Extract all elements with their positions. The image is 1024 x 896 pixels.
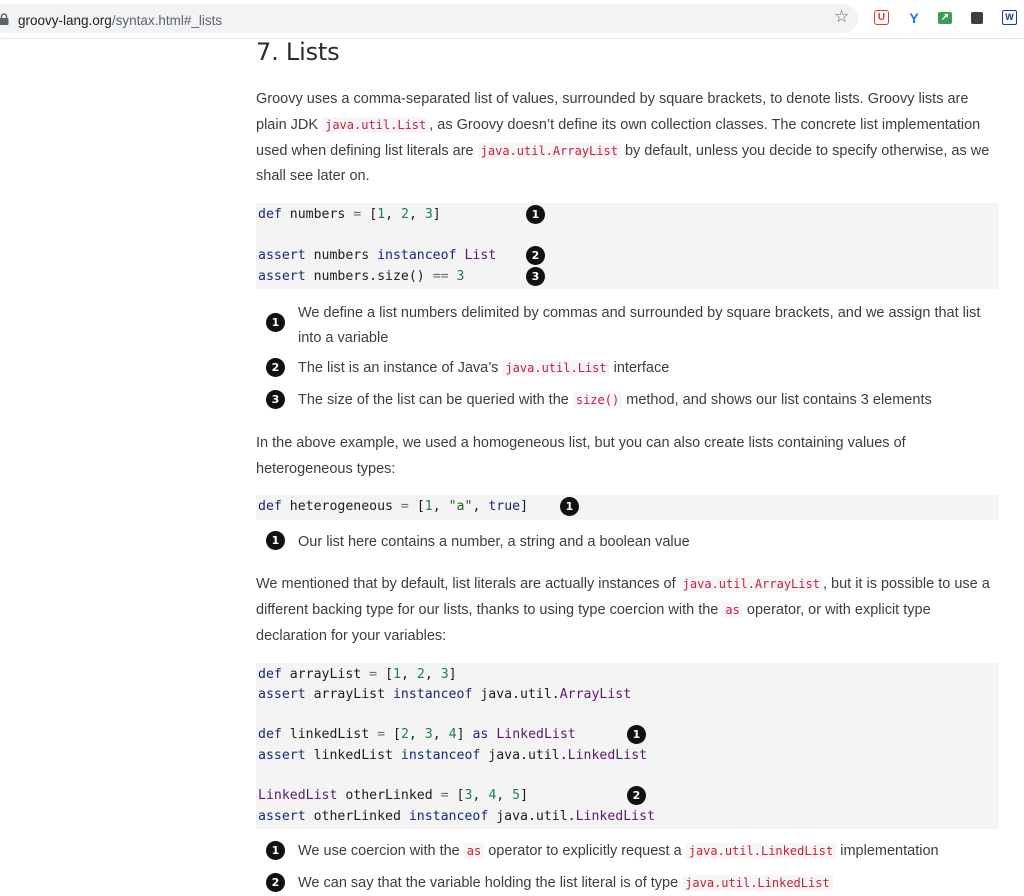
- callout-text-1: We use coercion with the as operator to …: [298, 839, 998, 864]
- callout-marker-3: 3: [266, 390, 285, 409]
- callout-badge-1: 1: [627, 725, 646, 744]
- inline-code: java.util.List: [502, 360, 610, 376]
- text-span: We use coercion with the: [298, 843, 464, 859]
- text-span: The size of the list can be queried with…: [298, 392, 573, 408]
- code-block-numbers: def numbers = [1, 2, 3] assert numbers i…: [256, 203, 999, 289]
- bookmark-star-icon[interactable]: ☆: [834, 7, 849, 27]
- address-bar[interactable]: groovy-lang.org/syntax.html#_lists: [0, 4, 858, 33]
- code-line: assert arrayList instanceof java.util.Ar…: [258, 687, 632, 702]
- inline-code: java.util.ArrayList: [679, 576, 823, 592]
- callout-marker-1: 1: [266, 841, 285, 860]
- callout-text-1: We define a list numbers delimited by co…: [298, 305, 981, 346]
- url-text: groovy-lang.org/syntax.html#_lists: [18, 13, 222, 28]
- word-extension-icon[interactable]: W: [1002, 10, 1017, 25]
- screen-extension-icon[interactable]: ↗: [938, 12, 952, 24]
- intro-paragraph: Groovy uses a comma-separated list of va…: [256, 87, 998, 190]
- code-block-heterogeneous: def heterogeneous = [1, "a", true] 1: [256, 495, 999, 520]
- section-heading: 7. Lists: [256, 38, 340, 66]
- inline-code: as: [722, 601, 743, 618]
- callout-marker-1: 1: [266, 313, 285, 332]
- url-path: /syntax.html#_lists: [111, 13, 223, 28]
- text-span: The list is an instance of Java’s: [298, 360, 503, 376]
- callout-badge-2: 2: [627, 786, 646, 805]
- callout-marker-2: 2: [266, 358, 285, 377]
- code-line: assert otherLinked instanceof java.util.…: [258, 809, 656, 824]
- code-line: assert numbers instanceof List: [258, 248, 497, 263]
- callout-text-2: We can say that the variable holding the…: [298, 871, 998, 896]
- code-block-coercion: def arrayList = [1, 2, 3] assert arrayLi…: [256, 663, 999, 829]
- inline-code: java.util.LinkedList: [685, 843, 837, 859]
- callout-text-2: The list is an instance of Java’s java.u…: [298, 356, 998, 381]
- code-line: assert numbers.size() == 3: [258, 269, 465, 284]
- coercion-paragraph: We mentioned that by default, list liter…: [256, 572, 998, 649]
- callout-badge-1: 1: [526, 205, 545, 224]
- browser-toolbar: groovy-lang.org/syntax.html#_lists ☆ U Y…: [0, 0, 1024, 38]
- inline-code: java.util.List: [322, 116, 430, 133]
- callout-marker-2: 2: [266, 873, 285, 892]
- text-span: interface: [609, 360, 670, 376]
- lock-icon: [0, 13, 9, 25]
- code-line: def arrayList = [1, 2, 3]: [258, 667, 457, 682]
- callout-badge-3: 3: [526, 267, 545, 286]
- code-line: assert linkedList instanceof java.util.L…: [258, 748, 648, 763]
- text-span: We can say that the variable holding the…: [298, 875, 683, 891]
- text-span: implementation: [836, 843, 939, 859]
- callout-marker-1: 1: [266, 531, 285, 550]
- toolbar-divider: [0, 38, 1024, 39]
- code-line: LinkedList otherLinked = [3, 4, 5]: [258, 788, 529, 803]
- code-line: def numbers = [1, 2, 3]: [258, 207, 441, 222]
- text-span: method, and shows our list contains 3 el…: [622, 392, 932, 408]
- callout-badge-2: 2: [526, 246, 545, 265]
- text-span: operator to explicitly request a: [484, 843, 686, 859]
- inline-code: as: [463, 843, 485, 859]
- code-line: def linkedList = [2, 3, 4] as LinkedList: [258, 727, 576, 742]
- pocket-extension-icon[interactable]: U: [874, 10, 889, 25]
- callout-text-3: The size of the list can be queried with…: [298, 388, 998, 413]
- text-span: We mentioned that by default, list liter…: [256, 576, 680, 592]
- url-host: groovy-lang.org: [18, 13, 112, 28]
- heterogeneous-paragraph: In the above example, we used a homogene…: [256, 435, 906, 477]
- callout-badge-1: 1: [560, 497, 579, 516]
- y-extension-icon[interactable]: Y: [906, 10, 922, 26]
- inline-code: java.util.LinkedList: [682, 875, 833, 891]
- tabs-extension-icon[interactable]: [971, 12, 983, 24]
- inline-code: size(): [572, 392, 623, 408]
- callout-text-1: Our list here contains a number, a strin…: [298, 534, 690, 550]
- inline-code: java.util.ArrayList: [477, 142, 621, 159]
- code-line: def heterogeneous = [1, "a", true]: [258, 499, 529, 514]
